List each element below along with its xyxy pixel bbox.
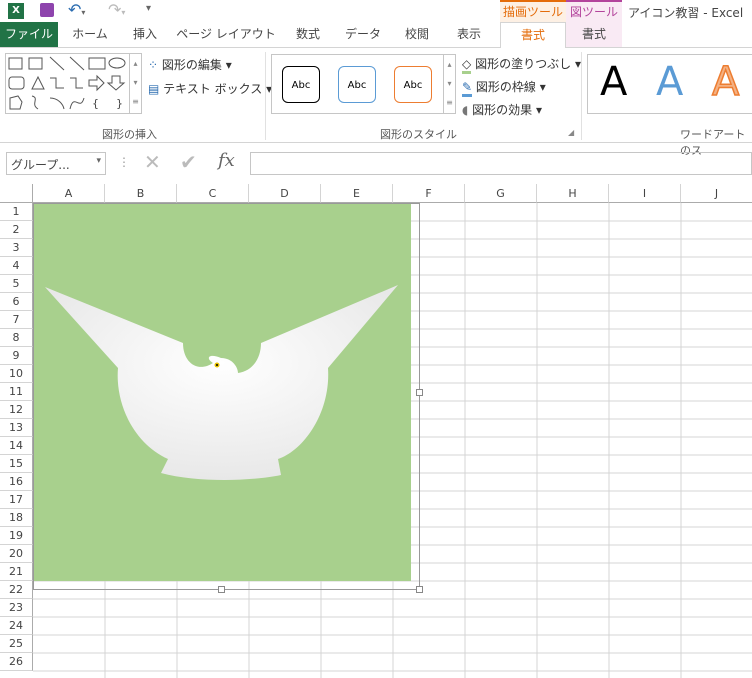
name-box[interactable]: グループ... ▾ [6, 152, 106, 175]
fill-icon: ◇ [462, 57, 472, 74]
insert-function-button[interactable]: fx [218, 150, 235, 171]
shape-styles-gallery[interactable]: Abc Abc Abc ▴ ▾ ≡ [271, 54, 456, 114]
gallery-scroll[interactable]: ▴ ▾ ≡ [129, 54, 141, 113]
wordart-orange[interactable]: A [711, 58, 740, 106]
undo-icon[interactable]: ↶▾ [68, 0, 85, 19]
outline-icon: ✎ [462, 80, 473, 97]
shape-outline-button[interactable]: ✎ 図形の枠線 ▾ [462, 78, 546, 97]
enter-icon[interactable]: ✔ [180, 150, 197, 174]
save-icon[interactable] [40, 3, 54, 17]
styles-scroll[interactable]: ▴ ▾ ≡ [443, 55, 455, 113]
resize-handle-corner[interactable] [416, 586, 423, 593]
shape-fill-button[interactable]: ◇ 図形の塗りつぶし ▾ [462, 55, 581, 74]
svg-text:}: } [116, 97, 123, 110]
edit-shape-button[interactable]: ⁘ 図形の編集 ▾ [148, 56, 232, 73]
style-blue[interactable]: Abc [338, 66, 376, 103]
tab-file[interactable]: ファイル [0, 22, 58, 47]
wordart-blue[interactable]: A [656, 59, 683, 105]
tab-review[interactable]: 校閲 [394, 22, 440, 47]
formula-bar-grip: ⋮ [118, 155, 130, 169]
dove-icon [45, 285, 398, 480]
ribbon: {} ▴ ▾ ≡ ⁘ 図形の編集 ▾ ▤ テキスト ボックス ▾ 図形の挿入 Abc… [0, 47, 752, 157]
edit-shape-icon: ⁘ [148, 58, 159, 72]
style-black[interactable]: Abc [282, 66, 320, 103]
picture-tools-label: 図ツール [566, 0, 622, 22]
tab-insert[interactable]: 挿入 [120, 22, 170, 47]
tab-data[interactable]: データ [338, 22, 388, 47]
formula-bar: グループ... ▾ ⋮ ✕ ✔ fx [0, 150, 752, 178]
excel-icon: X [8, 3, 24, 19]
shapes-icons: {} [8, 56, 126, 110]
wordart-gallery[interactable]: A A A [587, 54, 752, 114]
group-label-shape-styles: 図形のスタイル [380, 128, 457, 141]
tab-picture-format[interactable]: 書式 [566, 22, 622, 47]
redo-icon[interactable]: ↷▾ [108, 0, 125, 19]
resize-handle-right[interactable] [416, 389, 423, 396]
style-orange[interactable]: Abc [394, 66, 432, 103]
drawing-tools-label: 描画ツール [500, 0, 566, 22]
text-box-icon: ▤ [148, 82, 160, 96]
dove-picture[interactable] [33, 203, 411, 581]
tab-home[interactable]: ホーム [62, 22, 118, 47]
wordart-black[interactable]: A [600, 59, 627, 105]
shapes-gallery[interactable]: {} ▴ ▾ ≡ [5, 53, 142, 114]
quick-access-toolbar: X ↶▾ ↷▾ ▾ 描画ツール 図ツール アイコン教習 - Excel [0, 0, 752, 22]
effects-icon: ◖ [462, 103, 469, 117]
dialog-launcher-icon[interactable]: ◢ [568, 128, 574, 137]
text-box-button[interactable]: ▤ テキスト ボックス ▾ [148, 80, 272, 97]
tab-page-layout[interactable]: ページ レイアウト [176, 22, 276, 47]
window-title: アイコン教習 - Excel [628, 6, 744, 20]
shape-effects-button[interactable]: ◖ 図形の効果 ▾ [462, 101, 542, 118]
group-label-insert-shapes: 図形の挿入 [102, 128, 157, 141]
tab-drawing-format[interactable]: 書式 [500, 22, 566, 48]
customize-qat-icon[interactable]: ▾ [146, 3, 151, 14]
resize-handle-bottom[interactable] [218, 586, 225, 593]
tab-view[interactable]: 表示 [446, 22, 492, 47]
tab-formulas[interactable]: 数式 [285, 22, 331, 47]
cancel-icon[interactable]: ✕ [144, 150, 161, 174]
svg-text:{: { [92, 97, 99, 110]
formula-input[interactable] [250, 152, 752, 175]
